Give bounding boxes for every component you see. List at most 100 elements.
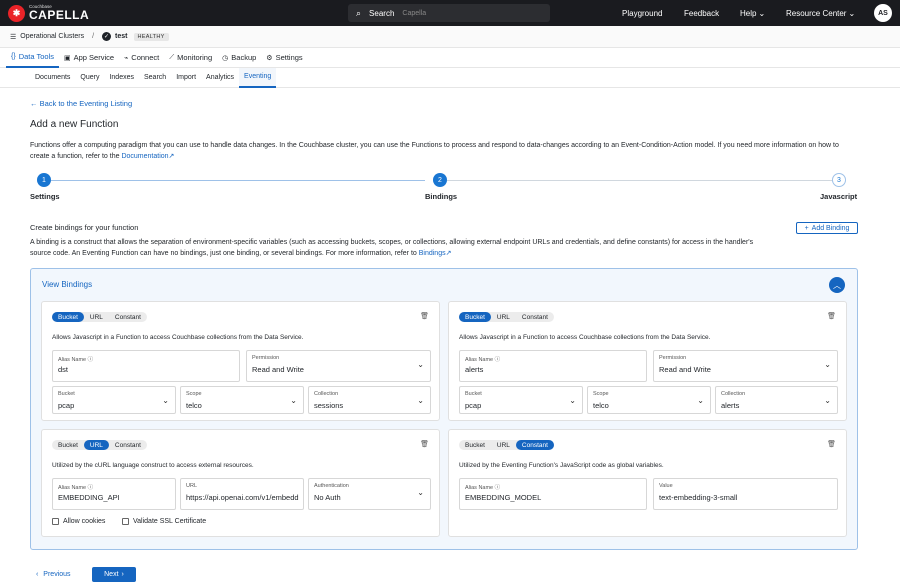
binding-description: Allows Javascript in a Function to acces… xyxy=(52,334,304,341)
type-bucket[interactable]: Bucket xyxy=(459,440,491,450)
tab-connect[interactable]: ⌁ Connect xyxy=(119,48,164,68)
subtab-documents[interactable]: Documents xyxy=(30,68,75,88)
binding-card-3: Bucket URL Constant 🗑 Utilized by the cU… xyxy=(41,429,440,537)
subtab-query[interactable]: Query xyxy=(75,68,104,88)
step-3-circle: 3 xyxy=(832,173,846,187)
type-constant[interactable]: Constant xyxy=(516,312,554,322)
tab-label: Data Tools xyxy=(18,52,54,61)
field-value: sessions xyxy=(314,401,344,410)
external-link-icon: ↗ xyxy=(445,250,452,257)
checkbox-label: Validate SSL Certificate xyxy=(133,518,207,525)
type-constant[interactable]: Constant xyxy=(109,312,147,322)
nav-resource-center[interactable]: Resource Center ⌄ xyxy=(786,0,855,26)
subtab-import[interactable]: Import xyxy=(171,68,201,88)
alias-name-field[interactable]: Alias Name ⓘ EMBEDDING_API xyxy=(52,478,176,510)
type-bucket[interactable]: Bucket xyxy=(52,312,84,322)
trash-icon[interactable]: 🗑 xyxy=(827,312,836,320)
type-url[interactable]: URL xyxy=(83,440,109,450)
add-binding-button[interactable]: + Add Binding xyxy=(796,222,858,234)
value-field[interactable]: Value text-embedding-3-small xyxy=(653,478,838,510)
type-bucket[interactable]: Bucket xyxy=(52,440,84,450)
scope-select[interactable]: Scope telco ⌄ xyxy=(180,386,304,414)
bindings-link[interactable]: Bindings↗ xyxy=(419,250,452,257)
subtab-indexes[interactable]: Indexes xyxy=(104,68,139,88)
check-circle-icon: ✓ xyxy=(102,32,112,41)
field-value: EMBEDDING_MODEL xyxy=(465,493,542,502)
authentication-select[interactable]: Authentication No Auth ⌄ xyxy=(308,478,431,510)
trash-icon[interactable]: 🗑 xyxy=(420,440,429,448)
database-icon: ☰ xyxy=(10,33,17,41)
global-search[interactable]: ⌕ Search Capella xyxy=(348,4,550,22)
tab-monitoring[interactable]: ⟋ Monitoring xyxy=(164,48,217,68)
nav-help[interactable]: Help ⌄ xyxy=(740,0,765,26)
search-icon: ⌕ xyxy=(356,7,362,18)
field-label: Alias Name xyxy=(58,485,87,491)
info-icon: ⓘ xyxy=(494,485,501,491)
tab-app-service[interactable]: ▣ App Service xyxy=(59,48,119,68)
subtab-eventing[interactable]: Eventing xyxy=(239,67,277,88)
collection-select[interactable]: Collection alerts ⌄ xyxy=(715,386,838,414)
binding-type-selector: Bucket URL Constant xyxy=(459,440,554,450)
documentation-link[interactable]: Documentation↗ xyxy=(121,153,174,160)
binding-type-selector: Bucket URL Constant xyxy=(52,440,147,450)
permission-select[interactable]: Permission Read and Write ⌄ xyxy=(246,350,431,382)
documentation-link-label: Documentation xyxy=(121,153,169,160)
nav-feedback[interactable]: Feedback xyxy=(684,0,719,26)
next-label: Next xyxy=(104,571,119,578)
alias-name-field[interactable]: Alias Name ⓘ alerts xyxy=(459,350,647,382)
subtab-analytics[interactable]: Analytics xyxy=(201,68,239,88)
chevron-down-icon: ⌄ xyxy=(162,396,169,405)
breadcrumb-cluster[interactable]: test xyxy=(115,33,127,40)
trash-icon[interactable]: 🗑 xyxy=(827,440,836,448)
bucket-select[interactable]: Bucket pcap ⌄ xyxy=(52,386,176,414)
alias-name-field[interactable]: Alias Name ⓘ dst xyxy=(52,350,240,382)
field-value: EMBEDDING_API xyxy=(58,493,120,502)
validate-ssl-checkbox[interactable]: Validate SSL Certificate xyxy=(122,518,206,525)
bucket-select[interactable]: Bucket pcap ⌄ xyxy=(459,386,583,414)
capella-logo[interactable]: ✱ Couchbase CAPELLA xyxy=(8,4,89,22)
type-bucket[interactable]: Bucket xyxy=(459,312,491,322)
tab-data-tools[interactable]: {} Data Tools xyxy=(6,48,59,68)
field-value: Read and Write xyxy=(659,365,711,374)
search-placeholder: Capella xyxy=(402,9,427,17)
info-icon: ⓘ xyxy=(87,485,94,491)
chevron-up-icon: ︿ xyxy=(833,280,841,290)
field-value: dst xyxy=(58,365,69,374)
previous-button[interactable]: ‹ Previous xyxy=(30,567,77,582)
allow-cookies-checkbox[interactable]: Allow cookies xyxy=(52,518,105,525)
binding-description: Utilized by the Eventing Function's Java… xyxy=(459,462,664,469)
type-url[interactable]: URL xyxy=(84,312,109,322)
nav-resource-center-label: Resource Center xyxy=(786,8,847,18)
alias-name-field[interactable]: Alias Name ⓘ EMBEDDING_MODEL xyxy=(459,478,647,510)
nav-playground[interactable]: Playground xyxy=(622,0,662,26)
subtab-search[interactable]: Search xyxy=(139,68,171,88)
tab-settings[interactable]: ⚙ Settings xyxy=(261,48,307,68)
user-avatar[interactable]: AS xyxy=(874,4,892,22)
previous-label: Previous xyxy=(43,571,71,578)
clock-icon: ◷ xyxy=(222,54,229,62)
type-url[interactable]: URL xyxy=(491,440,516,450)
field-value: Read and Write xyxy=(252,365,304,374)
collection-select[interactable]: Collection sessions ⌄ xyxy=(308,386,431,414)
checkbox-box xyxy=(52,518,59,525)
tab-label: Settings xyxy=(275,53,303,62)
bindings-description: A binding is a construct that allows the… xyxy=(30,237,760,259)
type-constant[interactable]: Constant xyxy=(515,440,554,450)
binding-type-selector: Bucket URL Constant xyxy=(459,312,554,322)
type-constant[interactable]: Constant xyxy=(109,440,147,450)
search-label: Search xyxy=(369,8,395,18)
collapse-button[interactable]: ︿ xyxy=(829,277,845,293)
permission-select[interactable]: Permission Read and Write ⌄ xyxy=(653,350,838,382)
step-3-label: Javascript xyxy=(820,192,858,201)
type-url[interactable]: URL xyxy=(491,312,516,322)
next-button[interactable]: Next › xyxy=(92,567,136,582)
back-link[interactable]: ← Back to the Eventing Listing xyxy=(30,99,132,108)
breadcrumb-clusters[interactable]: Operational Clusters xyxy=(20,33,84,40)
scope-select[interactable]: Scope telco ⌄ xyxy=(587,386,711,414)
sub-tabs: Documents Query Indexes Search Import An… xyxy=(0,67,900,88)
url-field[interactable]: URL https://api.openai.com/v1/embeddings xyxy=(180,478,304,510)
chevron-down-icon: ⌄ xyxy=(697,396,704,405)
trash-icon[interactable]: 🗑 xyxy=(420,312,429,320)
view-bindings-panel: View Bindings ︿ Bucket URL Constant 🗑 Al… xyxy=(30,268,858,550)
tab-backup[interactable]: ◷ Backup xyxy=(217,48,261,68)
